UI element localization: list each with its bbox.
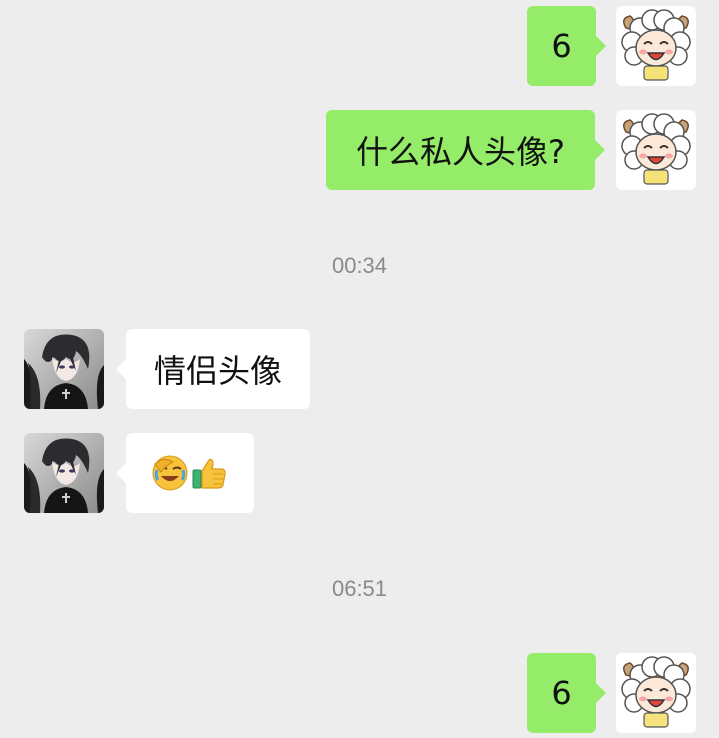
timestamp: 06:51 (331, 576, 388, 601)
message-row-1: 6 (0, 6, 719, 86)
timestamp: 00:34 (331, 253, 388, 278)
message-text: 情侣头像 (153, 352, 282, 390)
my-avatar-lamb-icon[interactable] (616, 653, 696, 733)
message-text: 什么私人头像? (356, 133, 565, 171)
peer-message-bubble[interactable]: 情侣头像 (116, 329, 310, 409)
message-text: 6 (551, 674, 572, 712)
message-row-2: 什么私人头像? (0, 110, 719, 190)
peer-emoji-bubble[interactable] (116, 433, 254, 513)
facepalm-laughing-emoji-icon (152, 455, 188, 491)
peer-avatar-dark-anime-icon[interactable] (24, 329, 104, 409)
thumbs-up-emoji-icon (192, 458, 226, 489)
message-text: 6 (551, 27, 572, 65)
message-row-3: 情侣头像 (0, 329, 719, 409)
peer-avatar-dark-anime-icon[interactable] (24, 433, 104, 513)
message-row-5: 6 (0, 653, 719, 733)
my-avatar-lamb-icon[interactable] (616, 110, 696, 190)
my-avatar-lamb-icon[interactable] (616, 6, 696, 86)
my-message-bubble[interactable]: 什么私人头像? (326, 110, 605, 190)
message-row-4 (0, 433, 719, 513)
emoji-row (151, 454, 229, 492)
my-message-bubble[interactable]: 6 (527, 653, 606, 733)
my-message-bubble[interactable]: 6 (527, 6, 606, 86)
